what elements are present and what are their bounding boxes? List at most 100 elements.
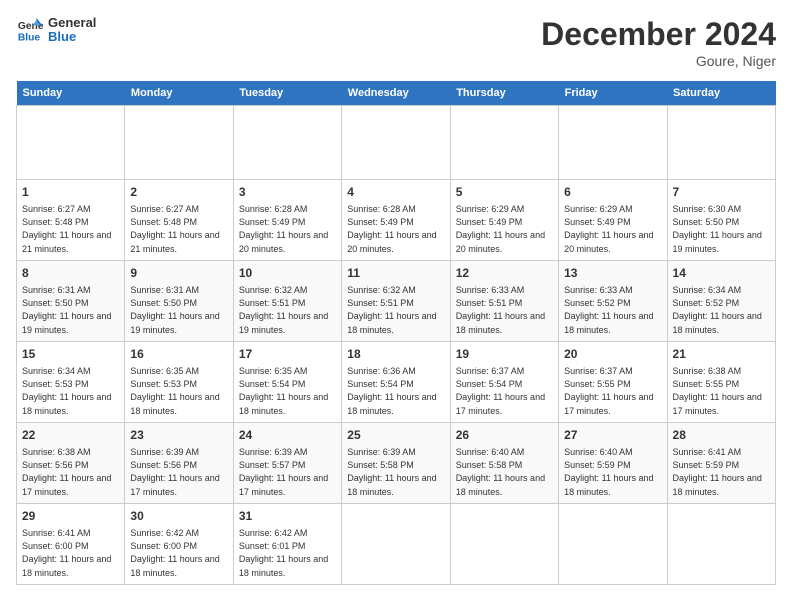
calendar-cell bbox=[342, 503, 450, 584]
col-header-wednesday: Wednesday bbox=[342, 81, 450, 106]
calendar-cell: 14 Sunrise: 6:34 AM Sunset: 5:52 PM Dayli… bbox=[667, 260, 775, 341]
day-info: Sunrise: 6:28 AM Sunset: 5:49 PM Dayligh… bbox=[239, 204, 328, 254]
calendar-cell: 20 Sunrise: 6:37 AM Sunset: 5:55 PM Dayli… bbox=[559, 341, 667, 422]
day-number: 28 bbox=[673, 427, 770, 444]
calendar-cell: 7 Sunrise: 6:30 AM Sunset: 5:50 PM Daylig… bbox=[667, 180, 775, 261]
week-row-3: 15 Sunrise: 6:34 AM Sunset: 5:53 PM Dayli… bbox=[17, 341, 776, 422]
calendar-cell bbox=[559, 503, 667, 584]
day-info: Sunrise: 6:34 AM Sunset: 5:53 PM Dayligh… bbox=[22, 366, 111, 416]
day-number: 10 bbox=[239, 265, 336, 282]
day-number: 8 bbox=[22, 265, 119, 282]
day-number: 19 bbox=[456, 346, 553, 363]
logo-general: General bbox=[48, 16, 96, 30]
calendar-cell: 26 Sunrise: 6:40 AM Sunset: 5:58 PM Dayli… bbox=[450, 422, 558, 503]
header: General Blue General Blue December 2024 … bbox=[16, 16, 776, 69]
day-info: Sunrise: 6:33 AM Sunset: 5:52 PM Dayligh… bbox=[564, 285, 653, 335]
calendar-cell bbox=[17, 106, 125, 180]
day-number: 26 bbox=[456, 427, 553, 444]
calendar-cell: 23Sunrise: 6:39 AM Sunset: 5:56 PM Dayli… bbox=[125, 422, 233, 503]
day-number: 24 bbox=[239, 427, 336, 444]
day-info: Sunrise: 6:32 AM Sunset: 5:51 PM Dayligh… bbox=[347, 285, 436, 335]
day-info: Sunrise: 6:33 AM Sunset: 5:51 PM Dayligh… bbox=[456, 285, 545, 335]
day-info: Sunrise: 6:39 AM Sunset: 5:57 PM Dayligh… bbox=[239, 447, 328, 497]
day-info: Sunrise: 6:35 AM Sunset: 5:54 PM Dayligh… bbox=[239, 366, 328, 416]
calendar-cell bbox=[342, 106, 450, 180]
day-info: Sunrise: 6:29 AM Sunset: 5:49 PM Dayligh… bbox=[456, 204, 545, 254]
day-info: Sunrise: 6:37 AM Sunset: 5:55 PM Dayligh… bbox=[564, 366, 653, 416]
calendar-cell: 3Sunrise: 6:28 AM Sunset: 5:49 PM Daylig… bbox=[233, 180, 341, 261]
col-header-sunday: Sunday bbox=[17, 81, 125, 106]
day-number: 1 bbox=[22, 184, 119, 201]
day-number: 27 bbox=[564, 427, 661, 444]
day-number: 22 bbox=[22, 427, 119, 444]
calendar-cell: 19 Sunrise: 6:37 AM Sunset: 5:54 PM Dayli… bbox=[450, 341, 558, 422]
day-info: Sunrise: 6:38 AM Sunset: 5:56 PM Dayligh… bbox=[22, 447, 111, 497]
day-number: 31 bbox=[239, 508, 336, 525]
day-info: Sunrise: 6:42 AM Sunset: 6:00 PM Dayligh… bbox=[130, 528, 219, 578]
day-number: 21 bbox=[673, 346, 770, 363]
calendar-cell bbox=[667, 106, 775, 180]
calendar-cell: 11 Sunrise: 6:32 AM Sunset: 5:51 PM Dayli… bbox=[342, 260, 450, 341]
logo-icon: General Blue bbox=[16, 16, 44, 44]
calendar-cell: 1 Sunrise: 6:27 AM Sunset: 5:48 PM Daylig… bbox=[17, 180, 125, 261]
calendar-cell: 8 Sunrise: 6:31 AM Sunset: 5:50 PM Daylig… bbox=[17, 260, 125, 341]
calendar-cell: 31Sunrise: 6:42 AM Sunset: 6:01 PM Dayli… bbox=[233, 503, 341, 584]
day-number: 13 bbox=[564, 265, 661, 282]
day-info: Sunrise: 6:39 AM Sunset: 5:56 PM Dayligh… bbox=[130, 447, 219, 497]
day-number: 7 bbox=[673, 184, 770, 201]
calendar-cell: 5Sunrise: 6:29 AM Sunset: 5:49 PM Daylig… bbox=[450, 180, 558, 261]
day-info: Sunrise: 6:32 AM Sunset: 5:51 PM Dayligh… bbox=[239, 285, 328, 335]
calendar-cell: 2Sunrise: 6:27 AM Sunset: 5:48 PM Daylig… bbox=[125, 180, 233, 261]
day-number: 20 bbox=[564, 346, 661, 363]
calendar-table: SundayMondayTuesdayWednesdayThursdayFrid… bbox=[16, 81, 776, 585]
col-header-monday: Monday bbox=[125, 81, 233, 106]
day-info: Sunrise: 6:36 AM Sunset: 5:54 PM Dayligh… bbox=[347, 366, 436, 416]
logo-blue: Blue bbox=[48, 30, 96, 44]
week-row-1: 1 Sunrise: 6:27 AM Sunset: 5:48 PM Daylig… bbox=[17, 180, 776, 261]
day-info: Sunrise: 6:28 AM Sunset: 5:49 PM Dayligh… bbox=[347, 204, 436, 254]
day-number: 15 bbox=[22, 346, 119, 363]
col-header-friday: Friday bbox=[559, 81, 667, 106]
day-info: Sunrise: 6:37 AM Sunset: 5:54 PM Dayligh… bbox=[456, 366, 545, 416]
day-number: 25 bbox=[347, 427, 444, 444]
week-row-2: 8 Sunrise: 6:31 AM Sunset: 5:50 PM Daylig… bbox=[17, 260, 776, 341]
day-info: Sunrise: 6:40 AM Sunset: 5:58 PM Dayligh… bbox=[456, 447, 545, 497]
day-number: 2 bbox=[130, 184, 227, 201]
calendar-cell bbox=[559, 106, 667, 180]
calendar-cell: 18Sunrise: 6:36 AM Sunset: 5:54 PM Dayli… bbox=[342, 341, 450, 422]
day-info: Sunrise: 6:31 AM Sunset: 5:50 PM Dayligh… bbox=[130, 285, 219, 335]
day-info: Sunrise: 6:38 AM Sunset: 5:55 PM Dayligh… bbox=[673, 366, 762, 416]
week-row-4: 22 Sunrise: 6:38 AM Sunset: 5:56 PM Dayli… bbox=[17, 422, 776, 503]
calendar-cell: 12Sunrise: 6:33 AM Sunset: 5:51 PM Dayli… bbox=[450, 260, 558, 341]
day-info: Sunrise: 6:41 AM Sunset: 5:59 PM Dayligh… bbox=[673, 447, 762, 497]
calendar-cell: 29Sunrise: 6:41 AM Sunset: 6:00 PM Dayli… bbox=[17, 503, 125, 584]
calendar-cell: 21 Sunrise: 6:38 AM Sunset: 5:55 PM Dayli… bbox=[667, 341, 775, 422]
calendar-cell: 17Sunrise: 6:35 AM Sunset: 5:54 PM Dayli… bbox=[233, 341, 341, 422]
day-info: Sunrise: 6:27 AM Sunset: 5:48 PM Dayligh… bbox=[22, 204, 111, 254]
day-number: 30 bbox=[130, 508, 227, 525]
calendar-cell bbox=[125, 106, 233, 180]
calendar-cell bbox=[233, 106, 341, 180]
col-header-saturday: Saturday bbox=[667, 81, 775, 106]
day-number: 6 bbox=[564, 184, 661, 201]
calendar-cell bbox=[450, 106, 558, 180]
calendar-cell bbox=[450, 503, 558, 584]
day-info: Sunrise: 6:30 AM Sunset: 5:50 PM Dayligh… bbox=[673, 204, 762, 254]
day-info: Sunrise: 6:31 AM Sunset: 5:50 PM Dayligh… bbox=[22, 285, 111, 335]
day-number: 11 bbox=[347, 265, 444, 282]
calendar-cell: 24 Sunrise: 6:39 AM Sunset: 5:57 PM Dayli… bbox=[233, 422, 341, 503]
day-info: Sunrise: 6:39 AM Sunset: 5:58 PM Dayligh… bbox=[347, 447, 436, 497]
day-info: Sunrise: 6:34 AM Sunset: 5:52 PM Dayligh… bbox=[673, 285, 762, 335]
day-number: 14 bbox=[673, 265, 770, 282]
col-header-thursday: Thursday bbox=[450, 81, 558, 106]
calendar-cell: 13 Sunrise: 6:33 AM Sunset: 5:52 PM Dayli… bbox=[559, 260, 667, 341]
calendar-cell bbox=[667, 503, 775, 584]
col-header-tuesday: Tuesday bbox=[233, 81, 341, 106]
week-row-0 bbox=[17, 106, 776, 180]
svg-text:Blue: Blue bbox=[18, 33, 41, 44]
day-info: Sunrise: 6:35 AM Sunset: 5:53 PM Dayligh… bbox=[130, 366, 219, 416]
title-area: December 2024 Goure, Niger bbox=[541, 16, 776, 69]
calendar-cell: 16Sunrise: 6:35 AM Sunset: 5:53 PM Dayli… bbox=[125, 341, 233, 422]
header-row: SundayMondayTuesdayWednesdayThursdayFrid… bbox=[17, 81, 776, 106]
month-title: December 2024 bbox=[541, 16, 776, 53]
